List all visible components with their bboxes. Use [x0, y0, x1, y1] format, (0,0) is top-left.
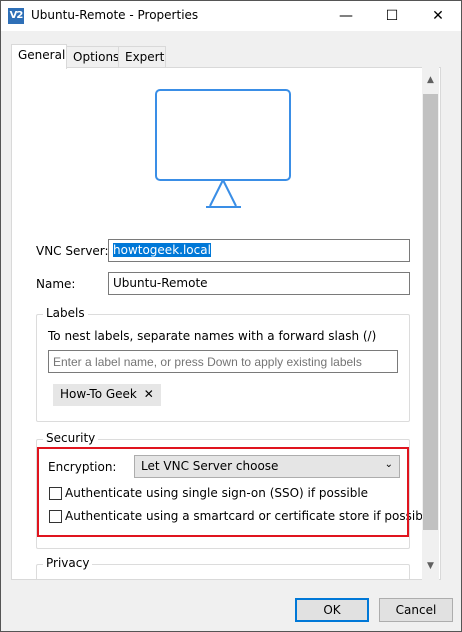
vnc-server-field[interactable]: howtogeek.local	[108, 239, 410, 262]
label-input[interactable]	[48, 350, 398, 373]
tab-strip: General Options Expert	[11, 44, 451, 69]
close-button[interactable]: ✕	[415, 1, 461, 31]
security-group-title: Security	[43, 431, 99, 445]
title-bar[interactable]: V2 Ubuntu-Remote - Properties — ☐ ✕	[1, 1, 461, 31]
monitor-icon	[155, 89, 291, 208]
window-title: Ubuntu-Remote - Properties	[31, 8, 199, 22]
scroll-up-icon[interactable]: ▲	[422, 72, 439, 89]
general-panel: VNC Server: howtogeek.local Name: Ubuntu…	[11, 67, 441, 580]
maximize-button[interactable]: ☐	[369, 1, 415, 31]
name-field[interactable]: Ubuntu-Remote	[108, 272, 410, 295]
scroll-thumb[interactable]	[423, 94, 438, 530]
ok-button[interactable]: OK	[295, 598, 369, 622]
remove-label-icon[interactable]: ✕	[144, 387, 154, 401]
scroll-down-icon[interactable]: ▼	[422, 558, 439, 575]
tab-expert[interactable]: Expert	[118, 46, 166, 68]
tab-options[interactable]: Options	[66, 46, 119, 68]
label-chip-text: How-To Geek	[60, 387, 137, 401]
name-value: Ubuntu-Remote	[113, 276, 208, 290]
vnc-server-value: howtogeek.local	[113, 243, 211, 257]
highlight-annotation	[37, 447, 409, 537]
vnc-server-label: VNC Server:	[36, 244, 109, 258]
properties-dialog: V2 Ubuntu-Remote - Properties — ☐ ✕ Gene…	[0, 0, 462, 632]
minimize-button[interactable]: —	[323, 1, 369, 31]
cancel-button[interactable]: Cancel	[379, 598, 453, 622]
label-chip: How-To Geek ✕	[53, 384, 161, 406]
vertical-scrollbar[interactable]: ▲ ▼	[422, 67, 439, 580]
labels-group-title: Labels	[43, 306, 88, 320]
tab-general[interactable]: General	[11, 44, 67, 69]
name-label: Name:	[36, 277, 76, 291]
labels-hint: To nest labels, separate names with a fo…	[48, 329, 377, 343]
privacy-group-title: Privacy	[43, 556, 93, 570]
vnc-viewer-app-icon: V2	[8, 8, 24, 24]
